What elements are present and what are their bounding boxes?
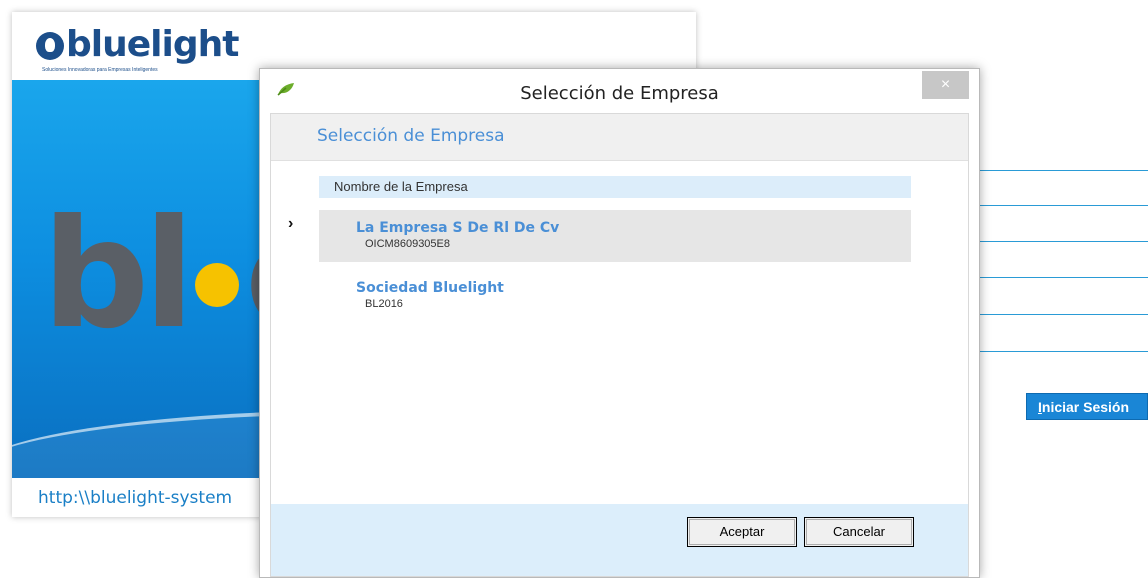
company-row-1[interactable]: La Empresa S De Rl De Cv OICM8609305E8 (319, 210, 911, 262)
login-field-4[interactable] (976, 277, 1148, 278)
website-url: http:\\bluelight-system (38, 488, 233, 508)
chevron-right-icon: › (288, 215, 294, 232)
cancel-button[interactable]: Cancelar (804, 517, 914, 547)
column-header-company-name[interactable]: Nombre de la Empresa (319, 176, 911, 198)
bluelight-logo: bluelight (36, 24, 239, 65)
company-code: BL2016 (365, 298, 403, 310)
dialog-header-text: Selección de Empresa (317, 126, 505, 146)
dialog-titlebar[interactable]: Selección de Empresa × (260, 69, 979, 113)
login-button-label: niciar Sesión (1041, 399, 1130, 415)
dialog-footer: Aceptar Cancelar (271, 504, 968, 576)
dialog-title: Selección de Empresa (520, 83, 719, 104)
company-row-2[interactable]: Sociedad Bluelight BL2016 (319, 270, 911, 322)
close-button[interactable]: × (922, 71, 969, 99)
company-name: La Empresa S De Rl De Cv (356, 220, 560, 236)
dialog-client-area: Selección de Empresa Nombre de la Empres… (270, 113, 969, 577)
close-icon: × (940, 76, 951, 93)
login-field-6[interactable] (976, 351, 1148, 352)
logo-tagline: Soluciones Innovadoras para Empresas Int… (42, 67, 158, 73)
login-field-3[interactable] (976, 241, 1148, 242)
login-field-2[interactable] (976, 205, 1148, 206)
company-selection-dialog: Selección de Empresa × Selección de Empr… (259, 68, 980, 578)
logo-bulb-icon (36, 32, 64, 60)
login-button[interactable]: Iniciar Sesión (1026, 393, 1148, 420)
login-field-5[interactable] (976, 314, 1148, 315)
company-name: Sociedad Bluelight (356, 280, 504, 296)
company-code: OICM8609305E8 (365, 238, 450, 250)
dialog-header: Selección de Empresa (271, 114, 968, 161)
splash-dot (194, 262, 239, 307)
accept-button[interactable]: Aceptar (687, 517, 797, 547)
logo-text: bluelight (66, 24, 239, 65)
login-field-1[interactable] (976, 170, 1148, 171)
splash-letters-left: bl (42, 188, 195, 362)
